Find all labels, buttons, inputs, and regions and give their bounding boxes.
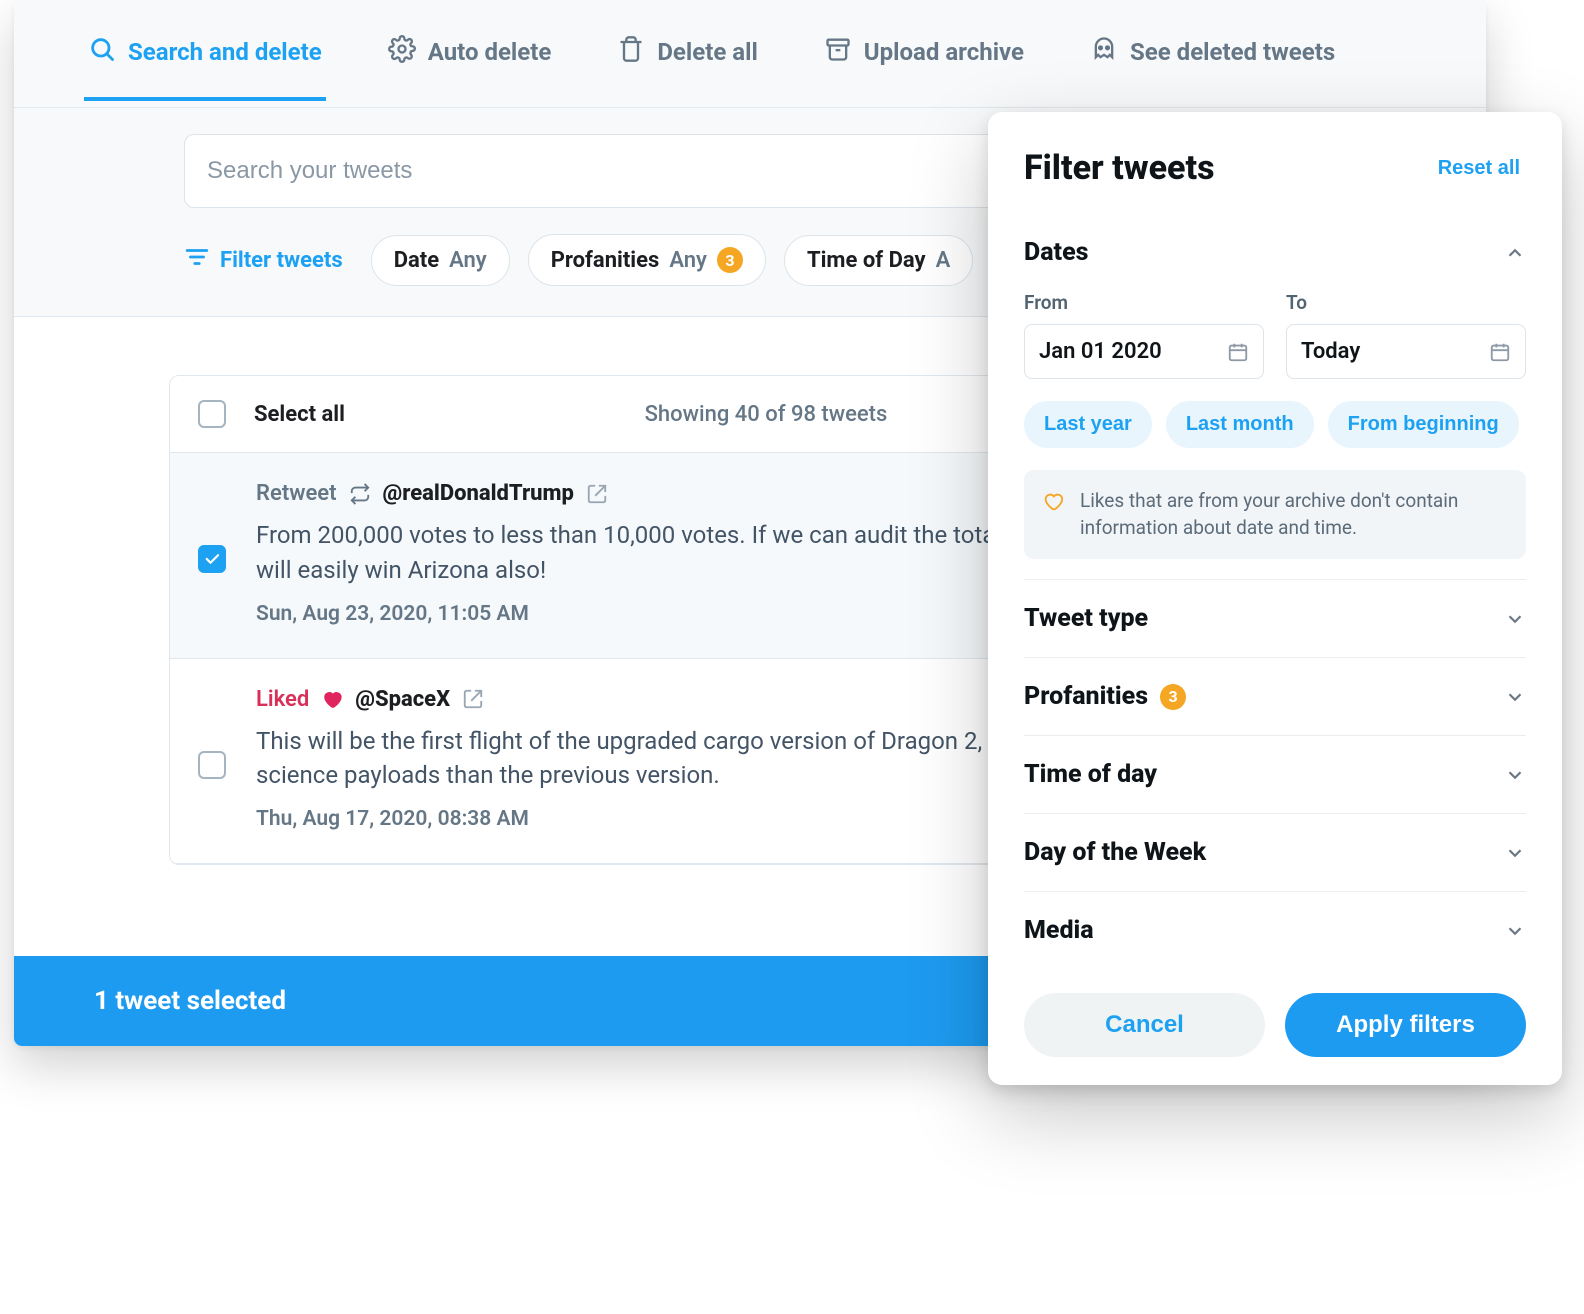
retweet-icon xyxy=(349,483,371,505)
section-label: Media xyxy=(1024,916,1094,945)
date-note-text: Likes that are from your archive don't c… xyxy=(1080,488,1508,541)
tab-auto-delete[interactable]: Auto delete xyxy=(384,35,556,101)
select-all-checkbox[interactable] xyxy=(198,400,226,428)
filter-chip-date[interactable]: Date Any xyxy=(371,235,510,286)
quick-chip-last-year[interactable]: Last year xyxy=(1024,401,1152,448)
section-dates-body: From Jan 01 2020 To Today Last year La xyxy=(1024,291,1526,579)
apply-filters-button[interactable]: Apply filters xyxy=(1285,993,1526,1057)
section-label: Day of the Week xyxy=(1024,838,1206,867)
section-label: Tweet type xyxy=(1024,604,1148,633)
tab-see-deleted[interactable]: See deleted tweets xyxy=(1086,35,1339,101)
trash-icon xyxy=(617,35,645,69)
filter-chip-profanities[interactable]: Profanities Any 3 xyxy=(528,234,766,286)
gear-icon xyxy=(388,35,416,69)
external-link-icon[interactable] xyxy=(462,688,484,710)
tab-label: Delete all xyxy=(657,38,757,66)
section-label: Time of day xyxy=(1024,760,1157,789)
heart-icon xyxy=(321,688,343,710)
filter-chip-value: Any xyxy=(669,248,707,273)
chevron-down-icon xyxy=(1504,764,1526,786)
filter-trigger-label: Filter tweets xyxy=(220,248,343,273)
filter-chip-time-of-day[interactable]: Time of Day A xyxy=(784,235,973,286)
tab-search-and-delete[interactable]: Search and delete xyxy=(84,35,326,101)
chevron-down-icon xyxy=(1504,842,1526,864)
selection-count: 1 tweet selected xyxy=(94,986,286,1016)
section-tweet-type[interactable]: Tweet type xyxy=(1024,579,1526,657)
tab-label: Search and delete xyxy=(128,38,322,66)
heart-hollow-icon xyxy=(1042,490,1064,512)
calendar-icon xyxy=(1489,341,1511,363)
calendar-icon xyxy=(1227,341,1249,363)
chevron-down-icon xyxy=(1504,686,1526,708)
quick-chip-last-month[interactable]: Last month xyxy=(1166,401,1314,448)
tweet-checkbox[interactable] xyxy=(198,751,226,779)
archive-icon xyxy=(824,35,852,69)
quick-chip-from-beginning[interactable]: From beginning xyxy=(1328,401,1519,448)
section-dates[interactable]: Dates xyxy=(1024,214,1526,291)
filter-panel: Filter tweets Reset all Dates From Jan 0… xyxy=(988,112,1562,1085)
section-profanities[interactable]: Profanities 3 xyxy=(1024,657,1526,735)
showing-count: Showing 40 of 98 tweets xyxy=(645,402,888,427)
filter-chip-value: Any xyxy=(449,248,487,273)
ghost-icon xyxy=(1090,35,1118,69)
tab-delete-all[interactable]: Delete all xyxy=(613,35,761,101)
external-link-icon[interactable] xyxy=(586,483,608,505)
tweet-author: @SpaceX xyxy=(355,687,450,712)
filter-trigger[interactable]: Filter tweets xyxy=(184,244,343,276)
filter-chip-key: Date xyxy=(394,248,439,273)
select-all-label: Select all xyxy=(254,402,345,427)
section-time-of-day[interactable]: Time of day xyxy=(1024,735,1526,813)
reset-all-button[interactable]: Reset all xyxy=(1432,156,1526,181)
date-to-label: To xyxy=(1286,291,1526,314)
date-from-label: From xyxy=(1024,291,1264,314)
date-from-value: Jan 01 2020 xyxy=(1039,339,1162,364)
tweet-author: @realDonaldTrump xyxy=(383,481,574,506)
filter-chip-value: A xyxy=(936,248,951,273)
filter-panel-title: Filter tweets xyxy=(1024,148,1215,188)
tweet-kind: Retweet xyxy=(256,481,337,506)
section-media[interactable]: Media xyxy=(1024,891,1526,969)
tab-label: Auto delete xyxy=(428,38,552,66)
filter-chip-badge: 3 xyxy=(717,247,743,273)
date-from-input[interactable]: Jan 01 2020 xyxy=(1024,324,1264,379)
tab-bar: Search and delete Auto delete Delete all… xyxy=(14,0,1486,108)
chevron-down-icon xyxy=(1504,920,1526,942)
filter-chip-key: Time of Day xyxy=(807,248,926,273)
date-note: Likes that are from your archive don't c… xyxy=(1024,470,1526,559)
filter-chip-key: Profanities xyxy=(551,248,660,273)
cancel-button[interactable]: Cancel xyxy=(1024,993,1265,1057)
tab-label: Upload archive xyxy=(864,38,1024,66)
chevron-up-icon xyxy=(1504,242,1526,264)
tweet-kind: Liked xyxy=(256,687,309,712)
chevron-down-icon xyxy=(1504,608,1526,630)
section-label: Dates xyxy=(1024,238,1088,267)
section-day-of-week[interactable]: Day of the Week xyxy=(1024,813,1526,891)
date-to-input[interactable]: Today xyxy=(1286,324,1526,379)
tab-upload-archive[interactable]: Upload archive xyxy=(820,35,1028,101)
profanities-badge: 3 xyxy=(1160,684,1186,710)
filter-icon xyxy=(184,244,210,276)
search-icon xyxy=(88,35,116,69)
section-label: Profanities xyxy=(1024,682,1148,711)
tweet-checkbox[interactable] xyxy=(198,545,226,573)
date-to-value: Today xyxy=(1301,339,1360,364)
tab-label: See deleted tweets xyxy=(1130,38,1335,66)
